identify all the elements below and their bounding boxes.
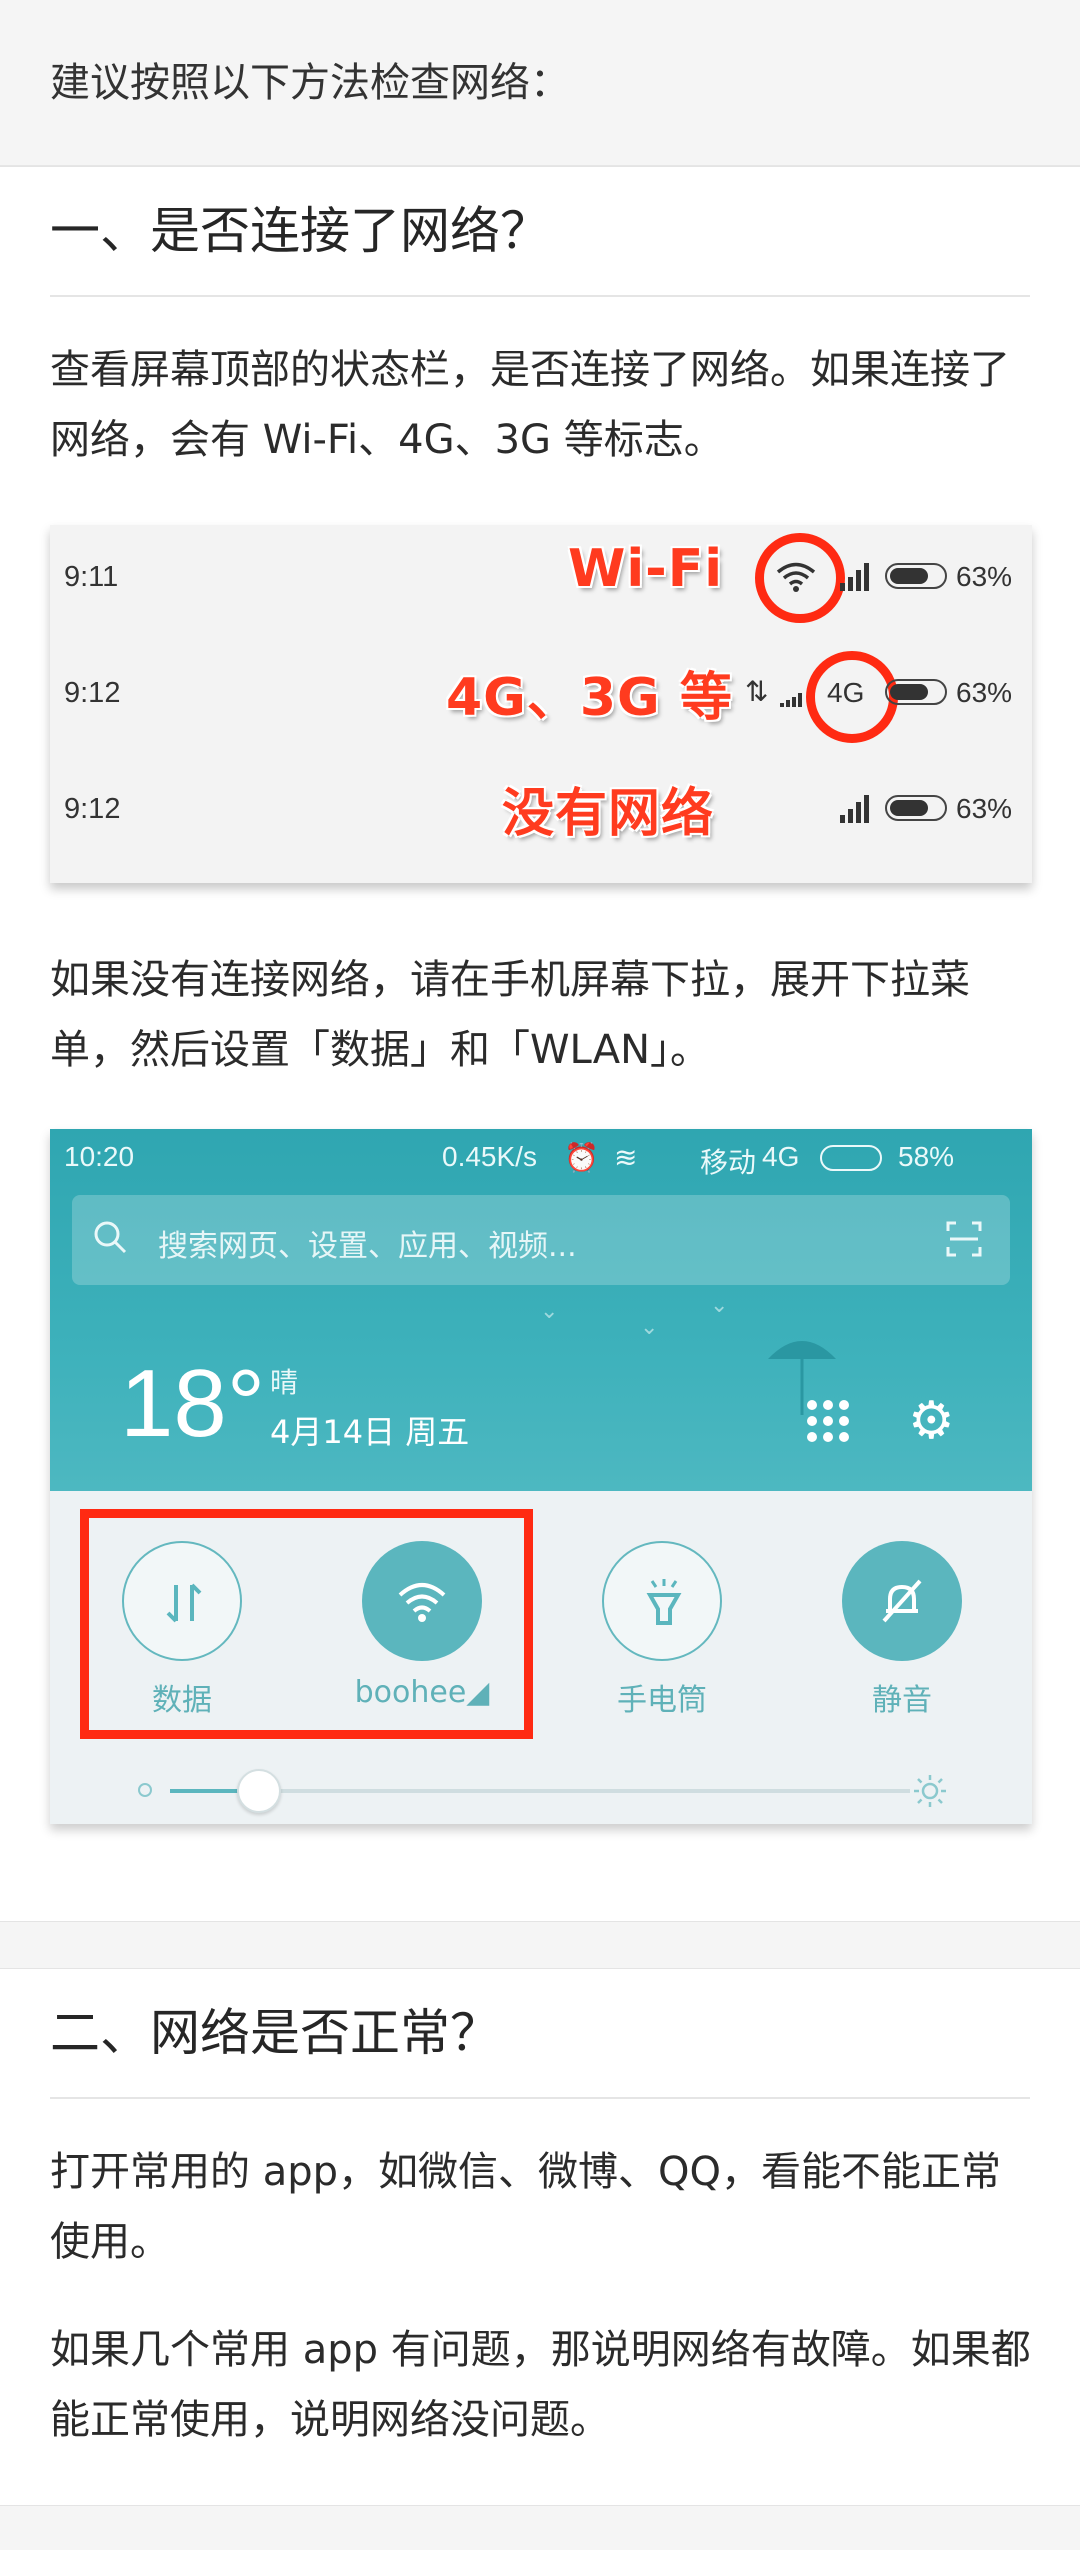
status-bar-example-image: 9:11 Wi-Fi 63% 9:12 4G、3G 等 ⇅ 4G 63% 9:1…	[50, 525, 1032, 883]
alarm-icon: ⏰	[564, 1142, 599, 1173]
brightness-high-icon	[914, 1775, 946, 1807]
highlight-circle	[755, 533, 845, 623]
signal-icon	[780, 693, 802, 707]
status-time: 9:11	[64, 561, 119, 593]
scan-icon[interactable]	[946, 1221, 982, 1257]
wifi-icon: ≋	[614, 1142, 638, 1173]
battery-icon	[885, 679, 947, 705]
highlight-circle	[806, 651, 898, 743]
status-time: 10:20	[64, 1141, 135, 1172]
date: 4月14日 周五	[270, 1413, 470, 1451]
paragraph: 打开常用的 app，如微信、微博、QQ，看能不能正常使用。	[50, 2149, 1001, 2265]
tile-label: 静音	[872, 1683, 932, 1718]
search-placeholder: 搜索网页、设置、应用、视频...	[158, 1229, 577, 1264]
bird-decoration: ⌄	[540, 1299, 559, 1324]
annotation-label: 没有网络	[502, 784, 715, 844]
section-title: 二、网络是否正常？	[50, 2004, 500, 2062]
section-network-ok: 二、网络是否正常？ 打开常用的 app，如微信、微博、QQ，看能不能正常使用。 …	[0, 1968, 1080, 2506]
battery-percent: 58%	[898, 1141, 955, 1172]
tile-label: 手电筒	[617, 1683, 707, 1718]
section-title: 一、是否连接了网络？	[50, 202, 550, 260]
intro-text: 建议按照以下方法检查网络：	[0, 0, 1080, 166]
battery-percent: 63%	[956, 677, 1013, 708]
carrier: 移动	[700, 1147, 757, 1178]
signal-icon	[840, 793, 872, 823]
help-article: 建议按照以下方法检查网络： 一、是否连接了网络？ 查看屏幕顶部的状态栏，是否连接…	[0, 0, 1080, 2550]
grid-menu-icon[interactable]	[806, 1399, 850, 1443]
paragraph: 如果没有连接网络，请在手机屏幕下拉，展开下拉菜单，然后设置「数据」和「WLAN」…	[50, 957, 970, 1073]
paragraph: 查看屏幕顶部的状态栏，是否连接了网络。如果连接了网络，会有 Wi-Fi、4G、3…	[50, 347, 1010, 463]
network-speed: 0.45K/s	[442, 1141, 537, 1172]
status-row-wifi: 9:11 Wi-Fi 63%	[50, 525, 1032, 625]
brightness-slider-knob[interactable]	[236, 1769, 281, 1813]
search-icon	[94, 1221, 127, 1254]
data-arrows-icon: ⇅	[745, 675, 769, 708]
gear-icon[interactable]: ⚙	[908, 1395, 955, 1447]
battery-icon	[820, 1145, 882, 1171]
bird-decoration: ⌄	[640, 1315, 659, 1340]
divider	[50, 2097, 1030, 2099]
status-row-no-network: 9:12 没有网络 63%	[50, 757, 1032, 857]
highlight-box	[80, 1509, 533, 1739]
flashlight-icon	[646, 1579, 682, 1625]
section-connected: 一、是否连接了网络？ 查看屏幕顶部的状态栏，是否连接了网络。如果连接了网络，会有…	[0, 166, 1080, 1922]
status-bar: 10:20 0.45K/s ⏰ ≋ 移动 4G 58%	[50, 1129, 1032, 1189]
flashlight-toggle[interactable]	[602, 1541, 722, 1661]
status-time: 9:12	[64, 677, 121, 709]
annotation-label: 4G、3G 等	[446, 668, 733, 728]
status-row-4g: 9:12 4G、3G 等 ⇅ 4G 63%	[50, 641, 1032, 743]
weather: 晴	[270, 1366, 299, 1399]
battery-percent: 63%	[956, 561, 1013, 592]
bird-decoration: ⌄	[710, 1293, 729, 1318]
battery-icon	[885, 795, 947, 821]
control-center-example-image: 10:20 0.45K/s ⏰ ≋ 移动 4G 58% 搜索网页、设置、应用、视…	[50, 1129, 1032, 1824]
notification-header: 10:20 0.45K/s ⏰ ≋ 移动 4G 58% 搜索网页、设置、应用、视…	[50, 1129, 1032, 1491]
brightness-slider-track[interactable]	[170, 1789, 910, 1793]
divider	[50, 295, 1030, 297]
temperature: 18°	[120, 1350, 266, 1457]
paragraph: 如果几个常用 app 有问题，那说明网络有故障。如果都能正常使用，说明网络没问题…	[50, 2327, 1031, 2443]
annotation-label: Wi-Fi	[568, 539, 724, 599]
search-bar[interactable]: 搜索网页、设置、应用、视频...	[72, 1195, 1010, 1285]
brightness-low-icon	[138, 1783, 152, 1797]
mute-bell-icon	[882, 1579, 922, 1623]
network-type: 4G	[762, 1141, 800, 1172]
status-time: 9:12	[64, 793, 121, 825]
battery-percent: 63%	[956, 793, 1013, 824]
battery-icon	[885, 563, 947, 589]
mute-toggle[interactable]	[842, 1541, 962, 1661]
signal-icon	[840, 561, 872, 591]
